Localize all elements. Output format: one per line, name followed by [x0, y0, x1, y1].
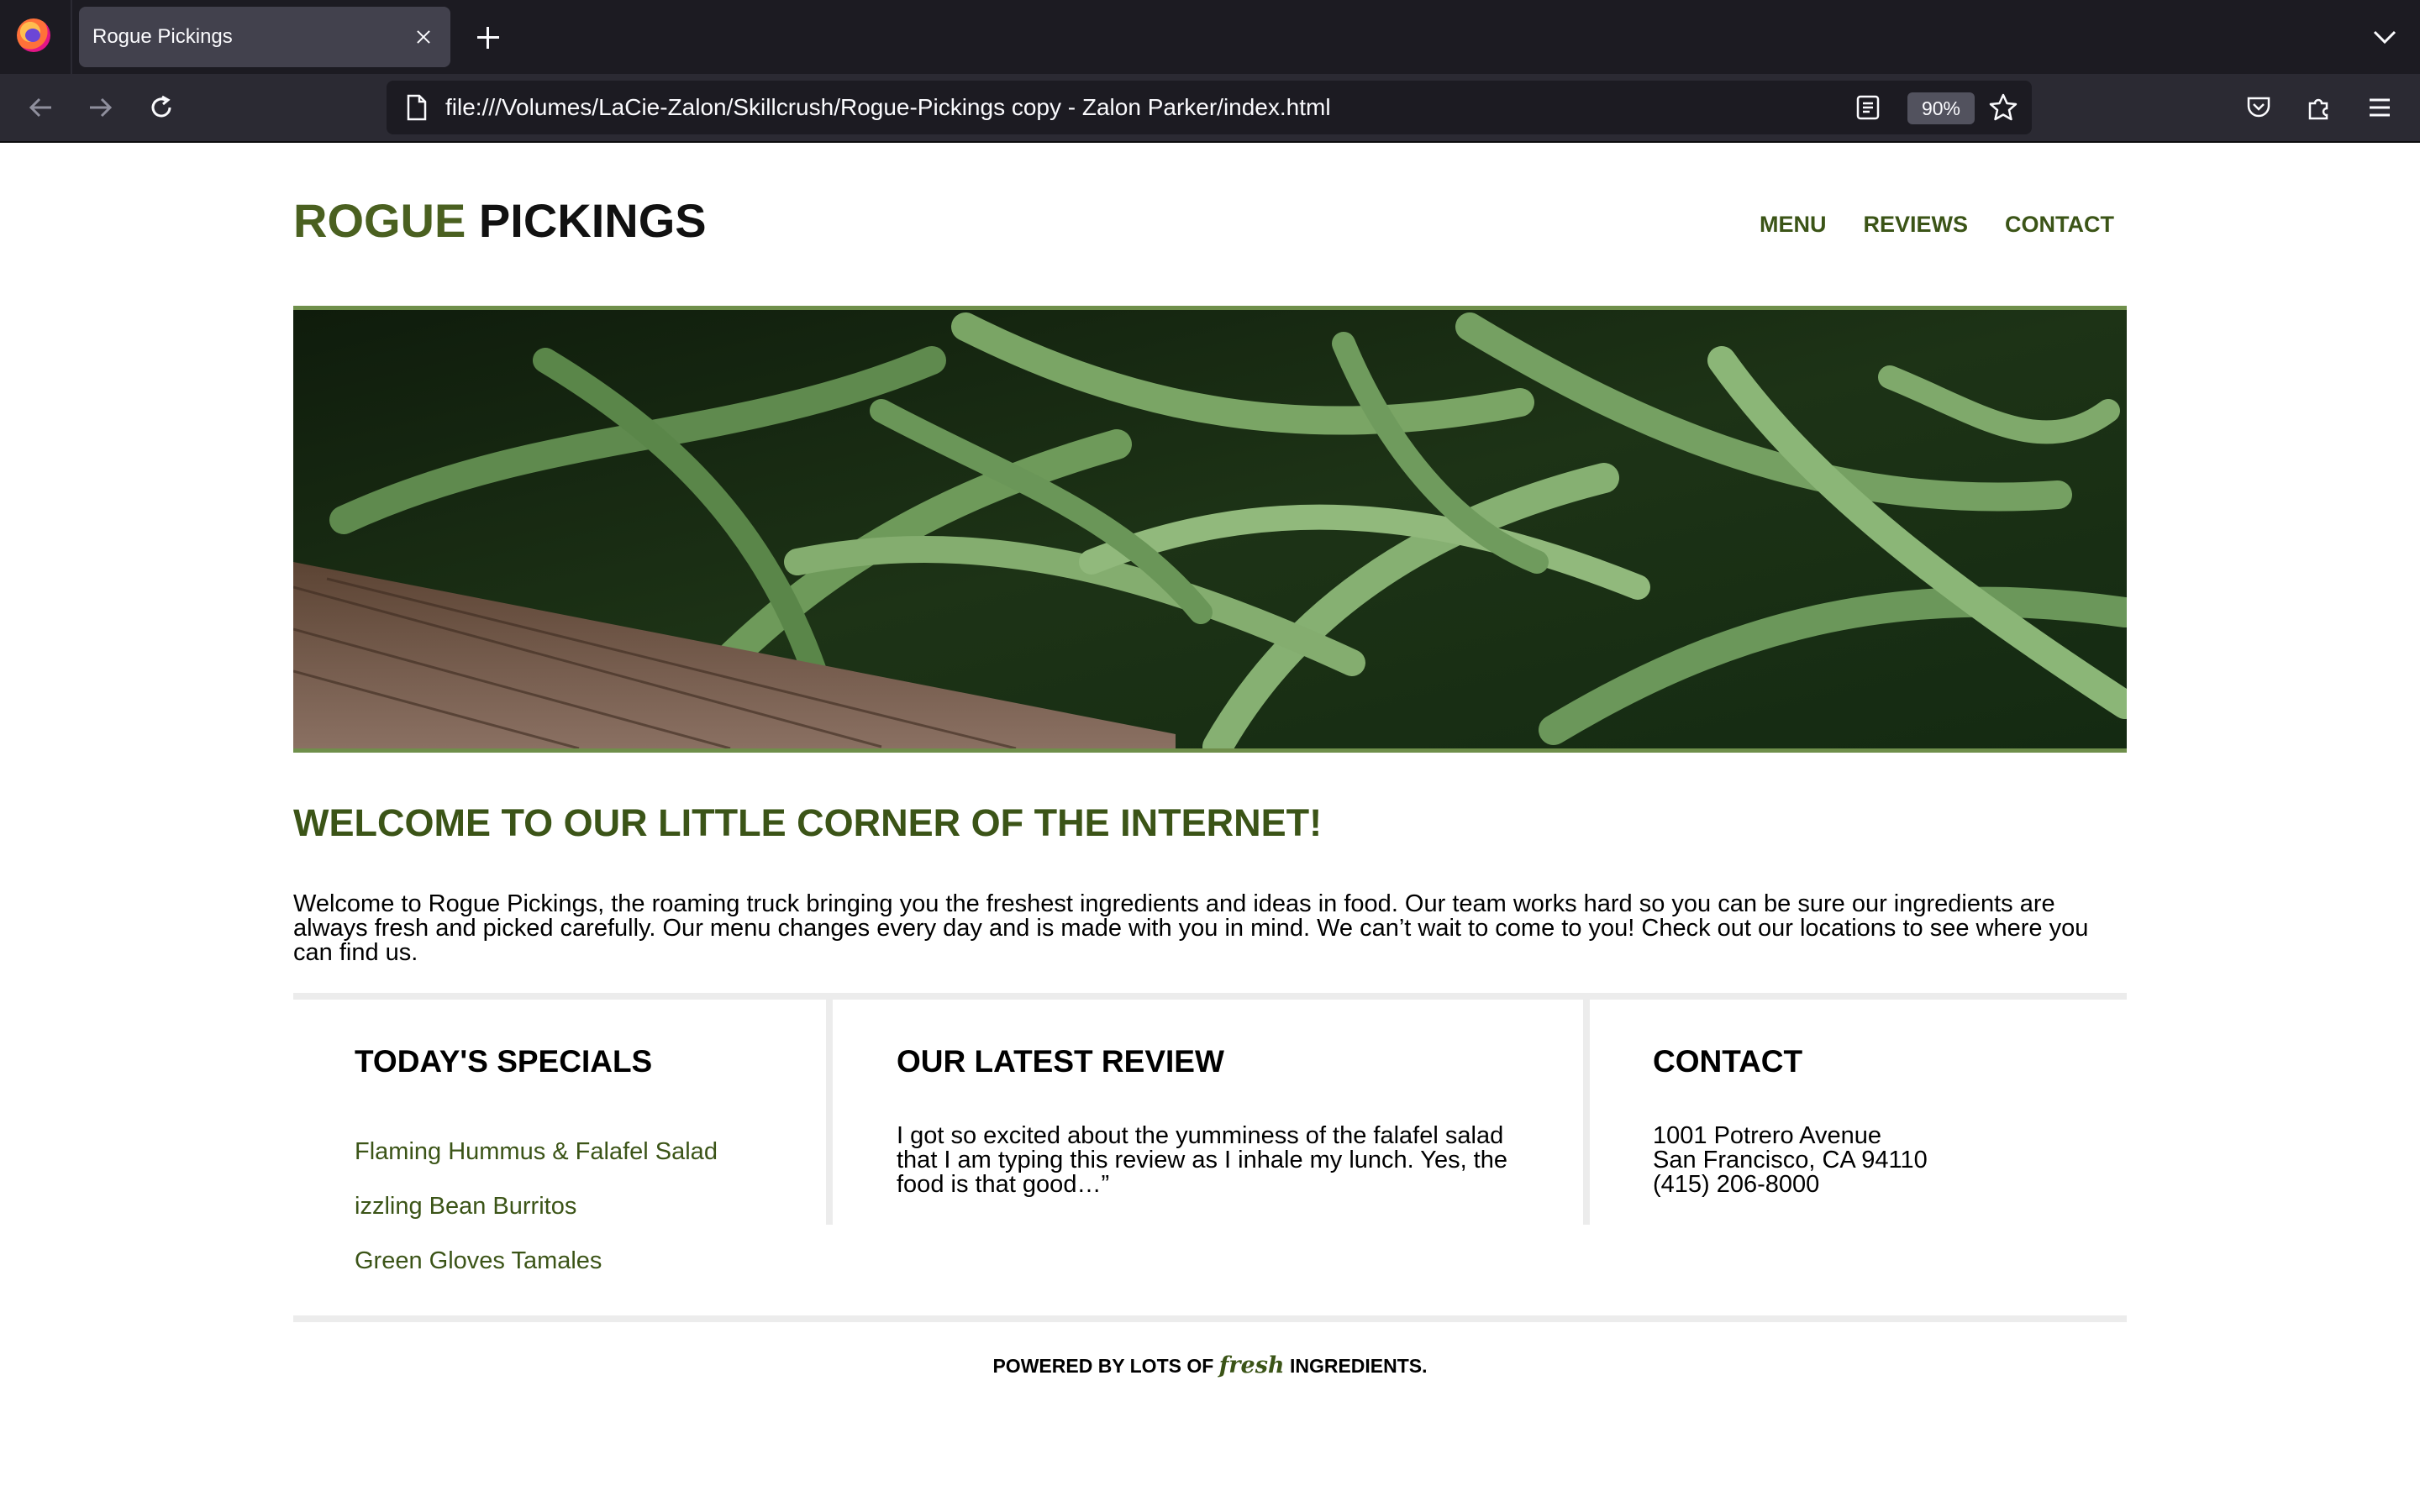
site-footer: POWERED BY LOTS OF fresh INGREDIENTS.: [0, 1352, 2420, 1378]
url-bar[interactable]: file:///Volumes/LaCie-Zalon/Skillcrush/R…: [387, 81, 2032, 134]
welcome-heading: WELCOME TO OUR LITTLE CORNER OF THE INTE…: [293, 801, 1323, 844]
reader-view-icon[interactable]: [1855, 94, 1881, 125]
pocket-icon[interactable]: [2240, 89, 2277, 126]
logo-word-pickings: PICKINGS: [478, 194, 707, 247]
review-text: I got so excited about the yumminess of …: [897, 1122, 1507, 1198]
column-divider-1: [826, 1000, 833, 1225]
nav-link-contact[interactable]: CONTACT: [2005, 212, 2114, 238]
url-text[interactable]: file:///Volumes/LaCie-Zalon/Skillcrush/R…: [445, 81, 1331, 134]
zoom-level-badge[interactable]: 90%: [1907, 92, 1975, 124]
contact-phone: (415) 206-8000: [1653, 1171, 1820, 1198]
contact-details: 1001 Potrero Avenue San Francisco, CA 94…: [1653, 1124, 2090, 1197]
special-item-1[interactable]: Flaming Hummus & Falafel Salad: [355, 1138, 718, 1166]
footer-text-before: POWERED BY LOTS OF: [992, 1355, 1214, 1377]
special-item-3[interactable]: Green Gloves Tamales: [355, 1247, 602, 1275]
tab-separator: [71, 0, 72, 74]
extensions-puzzle-icon[interactable]: [2301, 89, 2338, 126]
review-heading: OUR LATEST REVIEW: [897, 1044, 1224, 1079]
contact-heading: CONTACT: [1653, 1044, 1803, 1079]
nav-link-menu[interactable]: MENU: [1760, 212, 1827, 238]
section-divider-top: [293, 993, 2127, 1000]
tab-title: Rogue Pickings: [92, 25, 233, 48]
browser-nav-bar: file:///Volumes/LaCie-Zalon/Skillcrush/R…: [0, 74, 2420, 143]
section-divider-bottom: [293, 1315, 2127, 1322]
footer-text-after: INGREDIENTS.: [1289, 1355, 1428, 1377]
firefox-icon[interactable]: [17, 18, 50, 52]
web-page: ROGUE PICKINGS MENU REVIEWS CONTACT WELC…: [0, 144, 2420, 1512]
contact-address-line-1: 1001 Potrero Avenue: [1653, 1122, 1881, 1149]
bookmark-star-icon[interactable]: [1988, 92, 2018, 127]
browser-tab-bar: Rogue Pickings: [0, 0, 2420, 74]
back-arrow-icon[interactable]: [22, 89, 59, 126]
column-divider-2: [1583, 1000, 1590, 1225]
welcome-paragraph: Welcome to Rogue Pickings, the roaming t…: [293, 890, 2089, 966]
chevron-down-icon[interactable]: [2368, 20, 2402, 54]
footer-fresh-word: fresh: [1218, 1352, 1285, 1378]
logo-word-rogue: ROGUE: [293, 194, 466, 247]
forward-arrow-icon[interactable]: [82, 89, 119, 126]
site-navigation: MENU REVIEWS CONTACT: [1760, 212, 2114, 238]
contact-address-line-2: San Francisco, CA 94110: [1653, 1147, 1928, 1173]
tab-rogue-pickings[interactable]: Rogue Pickings: [79, 7, 450, 67]
specials-heading: TODAY'S SPECIALS: [355, 1044, 653, 1079]
special-item-2[interactable]: izzling Bean Burritos: [355, 1193, 576, 1221]
site-logo[interactable]: ROGUE PICKINGS: [293, 193, 707, 248]
reload-icon[interactable]: [143, 89, 180, 126]
nav-link-reviews[interactable]: REVIEWS: [1863, 212, 1968, 238]
new-tab-plus-icon[interactable]: [469, 18, 506, 55]
hero-green-beans-image: [293, 306, 2127, 753]
close-icon[interactable]: [408, 22, 439, 52]
page-document-icon: [405, 94, 429, 125]
hamburger-menu-icon[interactable]: [2361, 89, 2398, 126]
